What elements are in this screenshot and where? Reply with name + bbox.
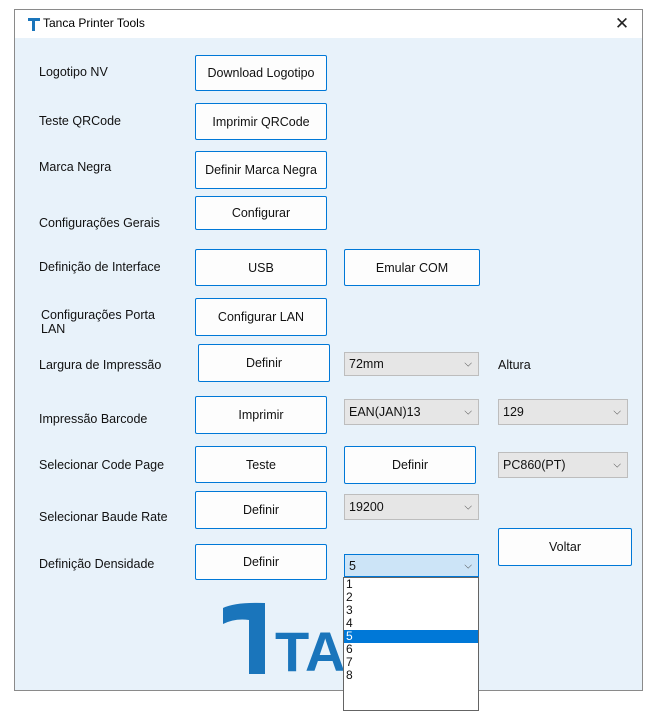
usb-button[interactable]: USB [195,249,327,286]
definir-densidade-button[interactable]: Definir [195,544,327,580]
voltar-button[interactable]: Voltar [498,528,632,566]
densidade-label: Definição Densidade [39,557,155,571]
configurar-lan-button[interactable]: Configurar LAN [195,298,327,336]
definir-marca-negra-button[interactable]: Definir Marca Negra [195,151,327,189]
chevron-down-icon: ⌵ [613,459,621,471]
dropdown-option[interactable]: 8 [344,669,478,682]
altura-select-value: 129 [503,405,524,419]
chevron-down-icon: ⌵ [464,358,472,370]
dropdown-option[interactable]: 3 [344,604,478,617]
dropdown-option[interactable]: 4 [344,617,478,630]
app-window: Tanca Printer Tools ✕ Logotipo NV Downlo… [14,9,643,691]
download-logotipo-button[interactable]: Download Logotipo [195,55,327,91]
logotipo-label: Logotipo NV [39,65,108,79]
baud-rate-label: Selecionar Baude Rate [39,510,168,524]
baud-rate-select[interactable]: 19200 ⌵ [344,494,479,520]
chevron-down-icon: ⌵ [613,406,621,418]
definir-largura-button[interactable]: Definir [198,344,330,382]
dropdown-option[interactable]: 6 [344,643,478,656]
logo-text: TA [275,620,346,683]
configurar-button[interactable]: Configurar [195,196,327,230]
barcode-type-select[interactable]: EAN(JAN)13 ⌵ [344,399,479,425]
window-title: Tanca Printer Tools [43,16,145,30]
chevron-down-icon: ⌵ [464,406,472,418]
client-area: Logotipo NV Download Logotipo Teste QRCo… [15,38,642,690]
largura-select[interactable]: 72mm ⌵ [344,352,479,376]
densidade-dropdown-list[interactable]: 12345678 [343,577,479,711]
title-bar[interactable]: Tanca Printer Tools ✕ [15,10,642,38]
densidade-select[interactable]: 5 ⌵ [344,554,479,577]
emular-com-button[interactable]: Emular COM [344,249,480,286]
configuracoes-gerais-label: Configurações Gerais [39,216,160,230]
marca-negra-label: Marca Negra [39,160,112,174]
altura-label: Altura [498,358,531,372]
close-button[interactable]: ✕ [606,12,638,36]
largura-impressao-label: Largura de Impressão [39,358,162,372]
dropdown-option[interactable]: 1 [344,578,478,591]
chevron-down-icon: ⌵ [464,501,472,513]
barcode-type-value: EAN(JAN)13 [349,405,421,419]
teste-code-page-button[interactable]: Teste [195,446,327,483]
dropdown-option[interactable]: 5 [344,630,478,643]
chevron-down-icon: ⌵ [464,560,472,571]
code-page-value: PC860(PT) [503,458,566,472]
code-page-label: Selecionar Code Page [39,458,165,472]
dropdown-option[interactable]: 7 [344,656,478,669]
baud-rate-value: 19200 [349,500,384,514]
interface-label: Definição de Interface [39,260,161,274]
definir-baud-rate-button[interactable]: Definir [195,491,327,529]
imprimir-barcode-button[interactable]: Imprimir [195,396,327,434]
dropdown-option[interactable]: 2 [344,591,478,604]
altura-select[interactable]: 129 ⌵ [498,399,628,425]
definir-code-page-button[interactable]: Definir [344,446,476,484]
impressao-barcode-label: Impressão Barcode [39,412,148,426]
densidade-value: 5 [349,558,356,573]
qrcode-label: Teste QRCode [39,114,121,128]
largura-select-value: 72mm [349,357,384,371]
porta-lan-label: Configurações Porta LAN [41,308,155,336]
imprimir-qrcode-button[interactable]: Imprimir QRCode [195,103,327,140]
tanca-logo-icon [28,18,40,31]
code-page-select[interactable]: PC860(PT) ⌵ [498,452,628,478]
